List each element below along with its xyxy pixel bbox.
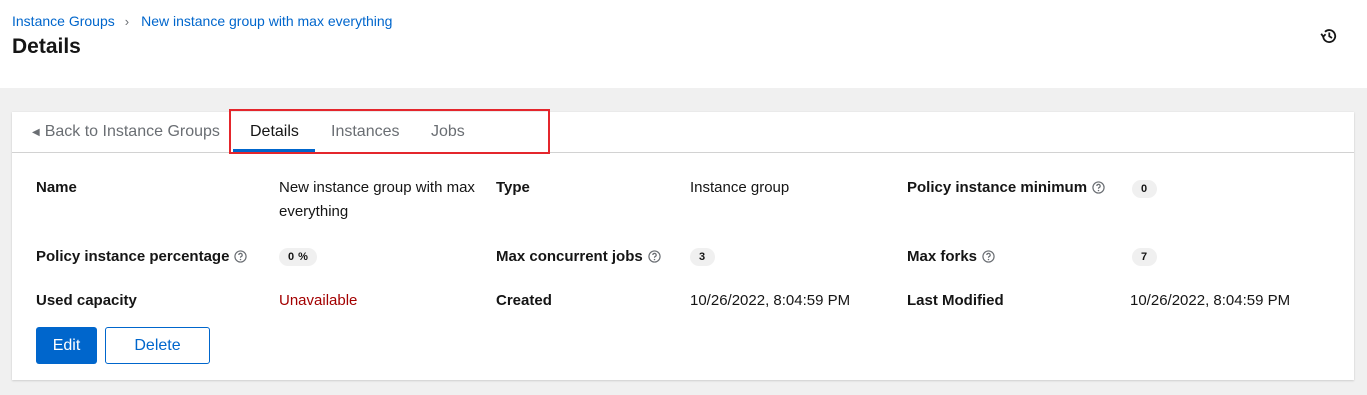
back-to-instance-groups-tab[interactable]: ◀ Back to Instance Groups: [32, 112, 220, 152]
last-modified-label: Last Modified: [907, 292, 1004, 309]
help-icon[interactable]: [982, 250, 995, 263]
last-modified-value: 10/26/2022, 8:04:59 PM: [1130, 292, 1291, 309]
policy-instance-percentage-badge: 0 %: [279, 248, 318, 266]
name-value: New instance group with max everything: [279, 179, 475, 220]
policy-instance-percentage-label: Policy instance percentage: [36, 248, 248, 265]
used-capacity-label: Used capacity: [36, 292, 137, 309]
tabs-highlight-box: [229, 109, 550, 154]
used-capacity-value: Unavailable: [279, 292, 358, 309]
max-concurrent-jobs-badge: 3: [690, 248, 715, 266]
policy-instance-minimum-label-text: Policy instance minimum: [907, 179, 1088, 196]
policy-instance-percentage-label-text: Policy instance percentage: [36, 248, 230, 265]
max-concurrent-jobs-label-text: Max concurrent jobs: [496, 248, 643, 265]
details-card: ◀ Back to Instance Groups Details Instanc…: [12, 112, 1354, 380]
page-title: Details: [12, 35, 81, 58]
breadcrumb: Instance Groups › New instance group wit…: [12, 13, 392, 29]
history-button[interactable]: [1318, 25, 1340, 47]
created-label: Created: [496, 292, 552, 309]
help-icon[interactable]: [1092, 181, 1105, 194]
breadcrumb-instance-groups[interactable]: Instance Groups: [12, 13, 115, 29]
edit-button[interactable]: Edit: [36, 327, 97, 364]
breadcrumb-separator: ›: [124, 13, 130, 29]
tab-bar: ◀ Back to Instance Groups Details Instanc…: [12, 112, 1354, 153]
delete-button[interactable]: Delete: [105, 327, 210, 364]
max-forks-badge: 7: [1132, 248, 1157, 266]
name-label: Name: [36, 179, 77, 196]
max-forks-label: Max forks: [907, 248, 995, 265]
type-value: Instance group: [690, 179, 790, 196]
caret-left-icon: ◀: [32, 127, 40, 138]
breadcrumb-current-group[interactable]: New instance group with max everything: [141, 13, 392, 29]
policy-instance-minimum-badge: 0: [1132, 180, 1157, 198]
max-concurrent-jobs-label: Max concurrent jobs: [496, 248, 661, 265]
created-value: 10/26/2022, 8:04:59 PM: [690, 292, 851, 309]
policy-instance-minimum-label: Policy instance minimum: [907, 179, 1105, 196]
back-tab-label: Back to Instance Groups: [44, 123, 220, 140]
history-icon: [1320, 29, 1337, 43]
help-icon[interactable]: [648, 250, 661, 263]
help-icon[interactable]: [234, 250, 248, 263]
type-label: Type: [496, 179, 530, 196]
max-forks-label-text: Max forks: [907, 248, 978, 265]
page-header: Instance Groups › New instance group wit…: [0, 0, 1367, 88]
